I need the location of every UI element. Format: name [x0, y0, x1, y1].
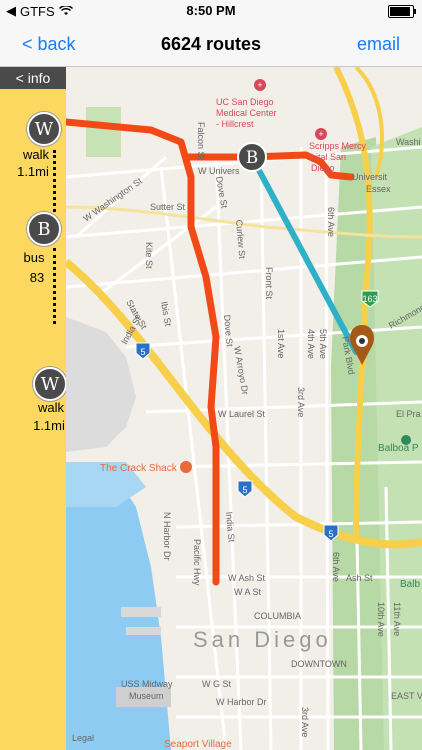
- hospital-icon-1: +: [254, 79, 266, 91]
- svg-text:W Harbor Dr: W Harbor Dr: [216, 697, 267, 707]
- svg-text:163: 163: [362, 294, 377, 304]
- svg-text:3rd Ave: 3rd Ave: [296, 387, 306, 417]
- svg-text:3rd Ave: 3rd Ave: [300, 707, 310, 737]
- svg-text:W Washington St: W Washington St: [81, 175, 144, 223]
- info-button[interactable]: < info: [0, 67, 66, 89]
- svg-text:India St: India St: [224, 511, 237, 543]
- svg-text:5: 5: [328, 529, 333, 539]
- svg-text:B: B: [246, 148, 259, 168]
- svg-text:UC San Diego: UC San Diego: [216, 97, 274, 107]
- walk-badge-icon-2: W: [33, 367, 67, 401]
- segment-1-connector: [53, 150, 56, 212]
- svg-text:Museum: Museum: [129, 691, 164, 701]
- svg-text:W Arroyo Dr: W Arroyo Dr: [232, 346, 250, 396]
- bus-badge-icon: B: [27, 212, 61, 246]
- segment-1-distance: 1.1mi: [17, 164, 49, 179]
- battery-icon: [388, 5, 416, 18]
- svg-text:W A St: W A St: [234, 587, 262, 597]
- segment-1-mode: walk: [22, 147, 49, 162]
- svg-text:Medical Center: Medical Center: [216, 108, 277, 118]
- svg-text:5: 5: [140, 347, 145, 357]
- bus-stop-badge-icon[interactable]: B: [237, 142, 267, 172]
- svg-text:10th Ave: 10th Ave: [376, 602, 386, 637]
- svg-text:Ibis St: Ibis St: [159, 301, 173, 328]
- segment-2-connector: [53, 248, 56, 324]
- svg-text:Sutter St: Sutter St: [150, 202, 186, 212]
- svg-text:COLUMBIA: COLUMBIA: [254, 611, 301, 621]
- svg-text:N Harbor Dr: N Harbor Dr: [162, 512, 172, 561]
- svg-text:Essex: Essex: [366, 184, 391, 194]
- navigation-bar: < back 6624 routes email: [0, 22, 422, 67]
- svg-text:Balb: Balb: [400, 579, 420, 590]
- email-button[interactable]: email: [357, 34, 400, 55]
- status-time: 8:50 PM: [186, 3, 236, 18]
- svg-text:El Pra: El Pra: [396, 409, 421, 419]
- svg-text:Universit: Universit: [352, 172, 388, 182]
- svg-text:W Ash St: W Ash St: [228, 573, 266, 583]
- svg-text:+: +: [318, 129, 323, 139]
- svg-text:6th Ave: 6th Ave: [326, 207, 336, 237]
- svg-text:4th Ave: 4th Ave: [306, 329, 316, 359]
- route-map[interactable]: 5 5 5 163 B + + UC San Diego Medical Cen…: [66, 67, 422, 750]
- walk-badge-icon: W: [27, 112, 61, 146]
- svg-text:Curlew St: Curlew St: [234, 219, 247, 259]
- svg-text:Washi: Washi: [396, 137, 421, 147]
- restaurant-icon: [180, 461, 192, 473]
- svg-text:Seaport Village: Seaport Village: [164, 739, 232, 750]
- svg-text:Legal: Legal: [72, 733, 94, 743]
- svg-text:Kite St: Kite St: [144, 242, 154, 269]
- svg-text:The Crack Shack: The Crack Shack: [100, 463, 178, 474]
- svg-text:Pacific Hwy: Pacific Hwy: [192, 539, 202, 586]
- svg-text:1st Ave: 1st Ave: [276, 329, 286, 358]
- svg-text:5: 5: [242, 485, 247, 495]
- svg-text:Scripps Mercy: Scripps Mercy: [309, 141, 367, 151]
- svg-text:- Hillcrest: - Hillcrest: [216, 119, 254, 129]
- svg-text:W Univers: W Univers: [198, 166, 240, 176]
- svg-text:Diego: Diego: [311, 163, 335, 173]
- svg-text:EAST V: EAST V: [391, 691, 422, 701]
- svg-text:USS Midway: USS Midway: [121, 679, 173, 689]
- svg-text:6th Ave: 6th Ave: [331, 552, 341, 582]
- svg-text:W Laurel St: W Laurel St: [218, 409, 266, 419]
- svg-text:Front St: Front St: [264, 267, 274, 300]
- svg-text:11th Ave: 11th Ave: [392, 602, 402, 636]
- svg-text:5th Ave: 5th Ave: [318, 329, 328, 359]
- svg-text:DOWNTOWN: DOWNTOWN: [291, 659, 347, 669]
- svg-text:+: +: [257, 80, 262, 90]
- svg-text:San Diego: San Diego: [193, 627, 332, 652]
- svg-text:Ash St: Ash St: [346, 573, 373, 583]
- hospital-icon-2: +: [315, 128, 327, 140]
- segment-2-mode: bus: [23, 250, 45, 265]
- svg-text:Falcon St: Falcon St: [196, 122, 206, 161]
- highway-5-shield-1: 5: [135, 342, 151, 360]
- svg-text:W G St: W G St: [202, 679, 231, 689]
- highway-5-shield-2: 5: [237, 480, 253, 498]
- svg-text:Balboa P: Balboa P: [378, 443, 419, 454]
- svg-text:pital San: pital San: [311, 152, 346, 162]
- status-bar: ◀ GTFS 8:50 PM: [0, 0, 422, 22]
- map-canvas[interactable]: 5 5 5 163 B + + UC San Diego Medical Cen…: [66, 67, 422, 750]
